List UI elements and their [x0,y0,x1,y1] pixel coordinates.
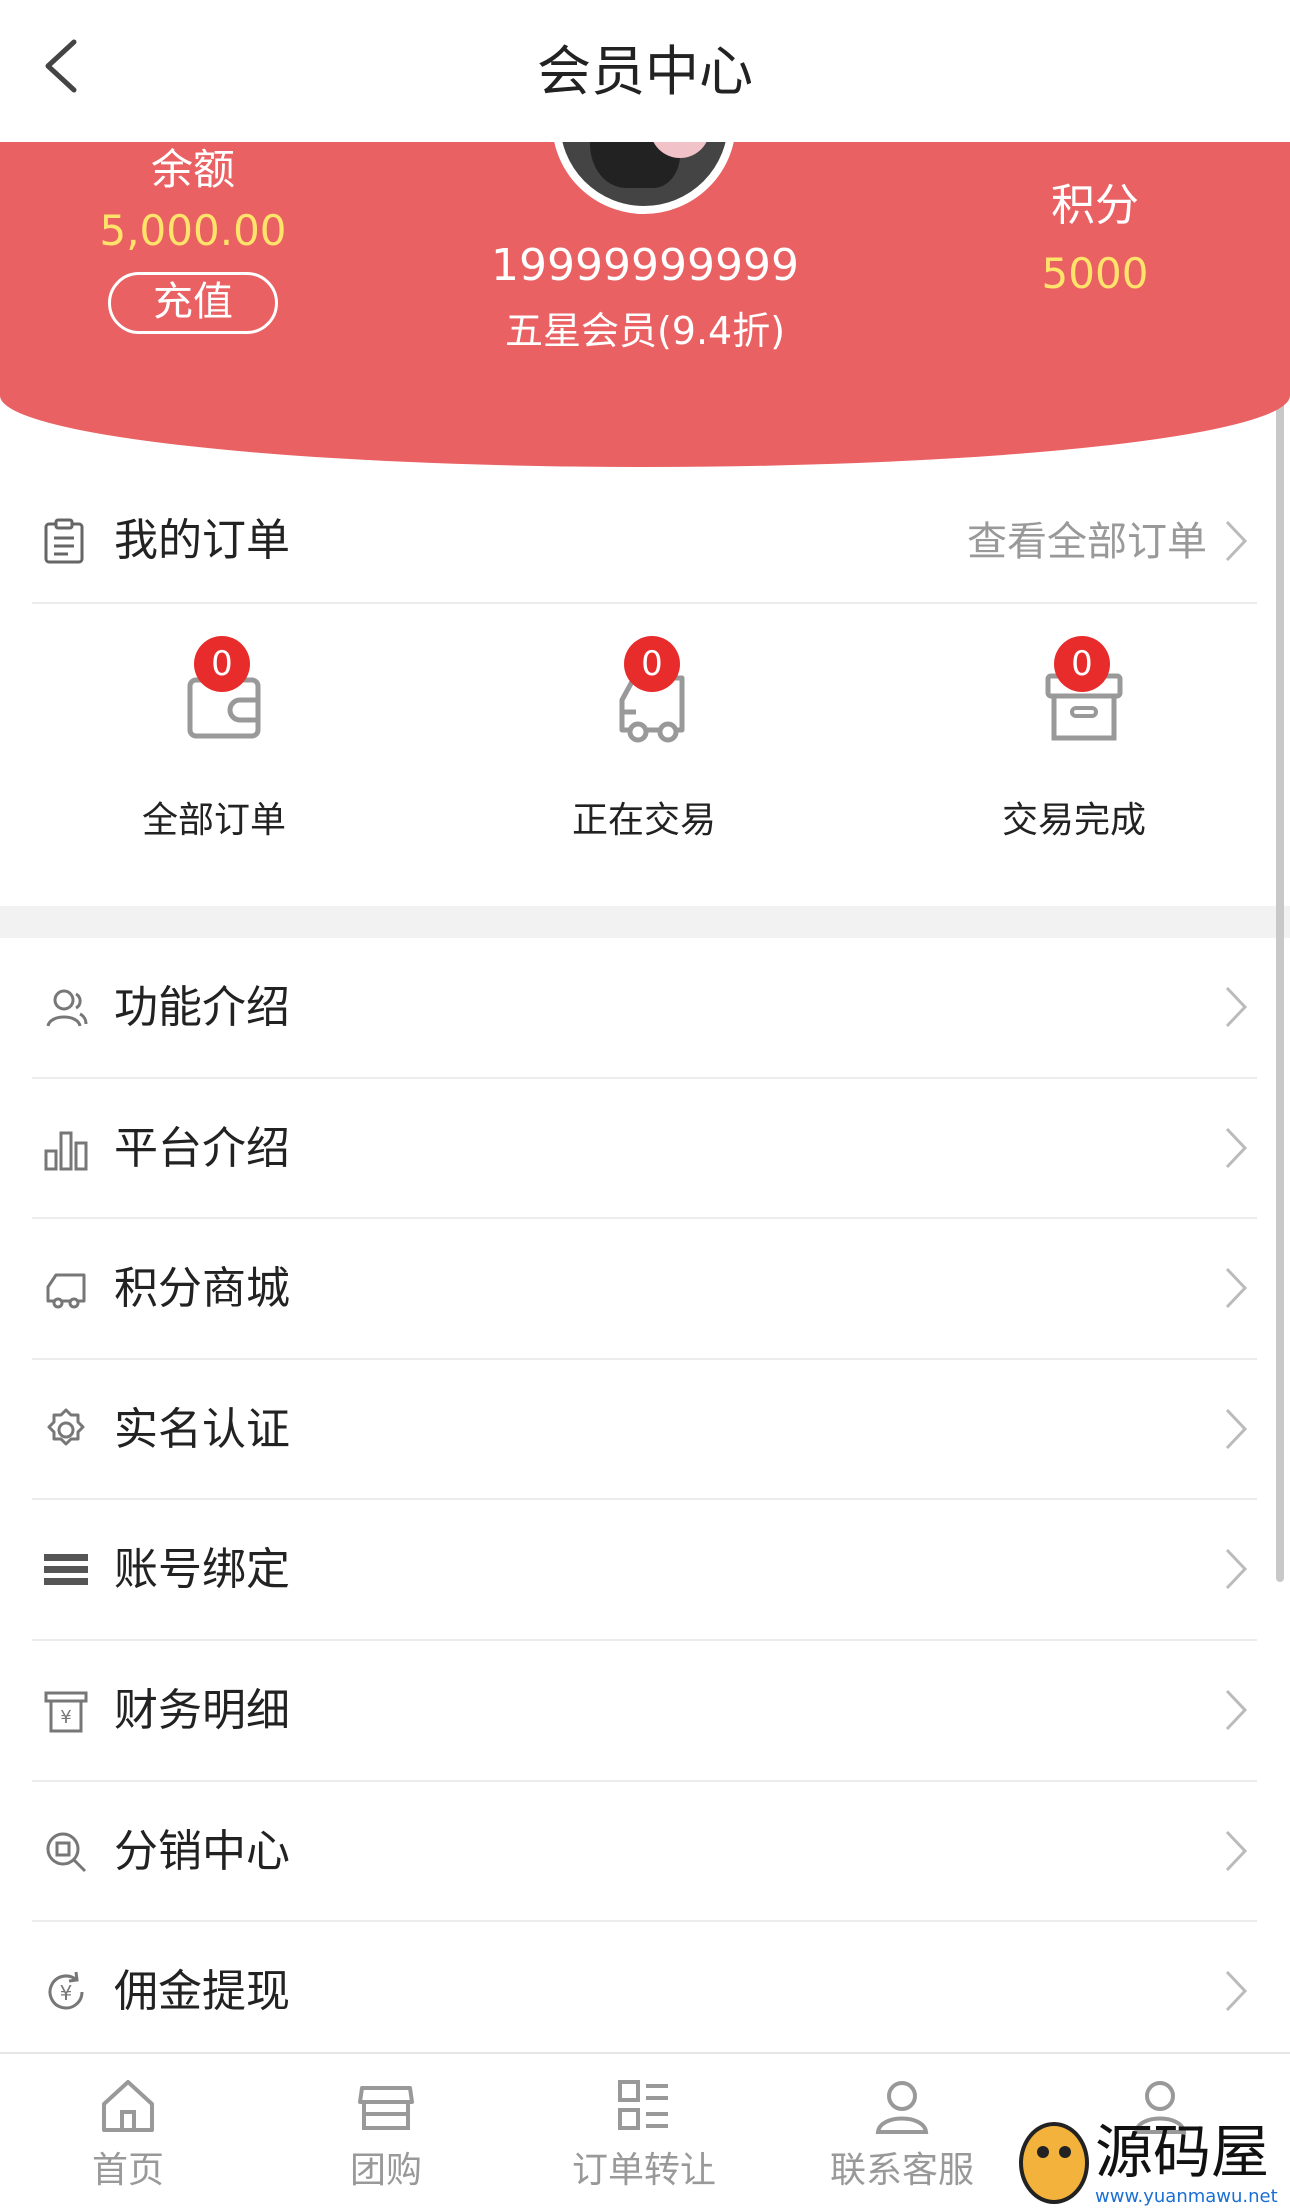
order-item-label: 全部订单 [141,800,286,841]
order-item-completed[interactable]: 0 交易完成 [924,606,1224,906]
member-level: 五星会员(9.4折) [504,309,786,353]
my-orders-title: 我的订单 [114,515,290,566]
points-block[interactable]: 积分 5000 [1000,176,1190,306]
chevron-right-icon [1225,1971,1248,2012]
menu-item-label: 平台介绍 [114,1122,290,1174]
menu-item-label: 分销中心 [114,1825,290,1877]
scrollbar[interactable] [1276,272,1284,1582]
section-divider [0,906,1290,938]
users-icon [46,989,88,1027]
chevron-right-icon [1225,1127,1248,1168]
menu-item-label: 积分商城 [114,1263,290,1315]
gear-icon [47,1408,85,1446]
tab-order-transfer[interactable]: 订单转让 [554,2074,734,2194]
bar-chart-icon [44,1131,88,1171]
search-doc-icon [46,1832,87,1872]
chevron-right-icon [1225,1408,1248,1449]
tab-label: 联系客服 [829,2150,974,2191]
user-phone: 19999999999 [491,240,799,291]
order-item-all[interactable]: 0 全部订单 [64,606,364,906]
order-count-badge: 0 [1054,636,1110,692]
svg-text:¥: ¥ [60,1981,73,2005]
menu-item-account-binding[interactable]: 账号绑定 [32,1500,1257,1641]
order-item-label: 正在交易 [571,800,716,841]
menu-list: 功能介绍 平台介绍 积分商城 实名认证 账号绑定 ¥ 财务明细 分销中心 ¥ 佣… [32,938,1257,2063]
menu-item-label: 账号绑定 [114,1544,290,1596]
menu-item-label: 财务明细 [114,1684,290,1736]
balance-label: 余额 [150,145,235,194]
monkey-logo-icon [1019,2122,1089,2204]
chevron-right-icon [1225,1689,1248,1731]
points-value: 5000 [1041,249,1149,298]
chevron-right-icon [1225,1549,1248,1590]
store-icon [358,2086,414,2130]
balance-block: 余额 5,000.00 充值 [88,142,298,334]
svg-text:¥: ¥ [60,1707,71,1728]
order-item-label: 交易完成 [1001,800,1146,841]
yen-refresh-icon: ¥ [48,1971,84,2010]
menu-item-distribution[interactable]: 分销中心 [32,1782,1257,1923]
menu-item-withdraw[interactable]: ¥ 佣金提现 [32,1922,1257,2063]
menu-item-points-mall[interactable]: 积分商城 [32,1219,1257,1360]
page-title: 会员中心 [537,40,753,103]
tab-home[interactable]: 首页 [38,2074,218,2194]
finance-icon: ¥ [44,1691,88,1733]
menu-item-label: 佣金提现 [114,1966,290,2018]
chevron-right-icon [1225,1268,1248,1309]
tab-group-buy[interactable]: 团购 [296,2074,476,2194]
order-count-badge: 0 [624,636,680,692]
menu-item-features[interactable]: 功能介绍 [32,938,1257,1079]
watermark-logo: 源码屋 www.yuanmawu.net [1015,2116,1290,2210]
menu-item-platform[interactable]: 平台介绍 [32,1079,1257,1220]
menu-item-finance[interactable]: ¥ 财务明细 [32,1641,1257,1782]
points-label: 积分 [1051,180,1139,231]
order-status-grid: 0 全部订单 0 正在交易 0 交易完成 [0,606,1290,906]
balance-value: 5,000.00 [99,206,287,255]
my-orders-row[interactable]: 我的订单 查看全部订单 [32,480,1257,604]
watermark-url: www.yuanmawu.net [1095,2186,1278,2207]
home-icon [102,2080,154,2132]
watermark-text: 源码屋 [1095,2118,1270,2186]
chevron-right-icon [1225,520,1248,562]
user-info: 19999999999 五星会员(9.4折) [445,234,845,360]
order-count-badge: 0 [194,636,250,692]
clipboard-icon [44,518,84,564]
recharge-button[interactable]: 充值 [108,272,278,334]
list-icon [618,2080,668,2130]
user-icon [875,2081,929,2134]
order-item-trading[interactable]: 0 正在交易 [494,606,794,906]
menu-lines-icon [44,1554,88,1586]
tab-label: 订单转让 [571,2150,716,2191]
tab-customer-service[interactable]: 联系客服 [812,2074,992,2194]
menu-item-label: 功能介绍 [114,982,290,1033]
top-nav-bar: 会员中心 [0,0,1290,142]
tab-label: 团购 [349,2150,422,2191]
chevron-right-icon [1225,986,1248,1028]
menu-item-verification[interactable]: 实名认证 [32,1360,1257,1501]
menu-item-label: 实名认证 [114,1403,290,1455]
truck-icon [46,1273,86,1309]
view-all-orders-link[interactable]: 查看全部订单 [967,512,1207,572]
chevron-right-icon [1225,1830,1248,1871]
tab-label: 首页 [91,2150,164,2191]
